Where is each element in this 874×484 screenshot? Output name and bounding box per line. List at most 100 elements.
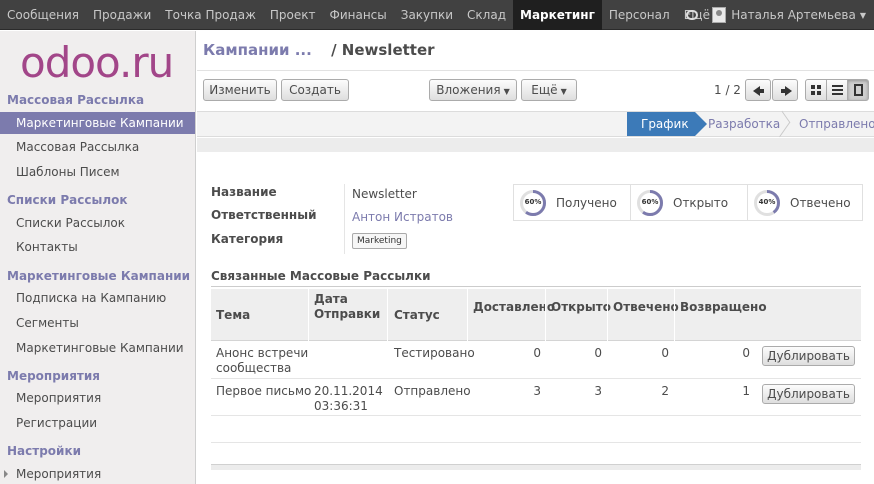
sidebar-item-contacts[interactable]: Контакты <box>0 236 195 258</box>
column-separator <box>308 289 309 341</box>
arrow-left-icon <box>753 86 764 96</box>
stat-label: Получено <box>556 196 617 210</box>
sidebar-item-mass-mailing[interactable]: Массовая Рассылка <box>0 136 195 158</box>
sidebar-group-events: Мероприятия <box>7 369 100 383</box>
caret-right-icon <box>4 470 8 478</box>
chevron-down-icon: ▼ <box>503 87 510 96</box>
stat-received[interactable]: 60% Получено <box>514 185 630 220</box>
duplicate-button[interactable]: Дублировать <box>762 384 855 404</box>
top-navbar: Сообщения Продажи Точка Продаж Проект Фи… <box>0 0 874 30</box>
column-separator <box>387 289 388 341</box>
menu-item-finance[interactable]: Финансы <box>323 0 394 30</box>
cell-subject: Анонс встречи сообщества <box>216 346 308 376</box>
list-view-button[interactable] <box>826 79 848 101</box>
stat-percent: 60% <box>524 198 542 206</box>
main-menu: Сообщения Продажи Точка Продаж Проект Фи… <box>0 0 727 30</box>
col-status[interactable]: Статус <box>394 308 440 323</box>
form-icon <box>854 84 863 96</box>
cell-subject-line1: Первое письмо <box>216 384 312 398</box>
menu-item-marketing[interactable]: Маркетинг <box>513 0 602 30</box>
sidebar-item-marketing-campaigns[interactable]: Маркетинговые Кампании <box>0 112 195 134</box>
sidebar-item-settings-events[interactable]: Мероприятия <box>0 463 195 484</box>
column-separator <box>607 289 608 341</box>
responsible-label: Ответственный <box>211 208 317 222</box>
sidebar-item-email-templates[interactable]: Шаблоны Писем <box>0 161 195 183</box>
category-tag[interactable]: Marketing <box>352 233 407 249</box>
stage-development[interactable]: Разработка <box>708 112 780 136</box>
chevron-down-icon[interactable]: ▼ <box>860 11 866 20</box>
cell-date-line2: 03:36:31 <box>314 399 368 413</box>
sidebar-item-campaigns[interactable]: Маркетинговые Кампании <box>0 337 195 359</box>
kanban-icon <box>811 85 821 95</box>
sidebar: odoo.ru Массовая Рассылка Маркетинговые … <box>0 31 196 484</box>
menu-item-warehouse[interactable]: Склад <box>460 0 513 30</box>
menu-item-project[interactable]: Проект <box>263 0 323 30</box>
sidebar-item-segments[interactable]: Сегменты <box>0 312 195 334</box>
column-separator <box>674 289 675 341</box>
stage-sent[interactable]: Отправлено <box>799 112 874 136</box>
col-opened[interactable]: Открыто <box>551 300 611 315</box>
create-button[interactable]: Создать <box>281 79 349 101</box>
col-replied[interactable]: Отвечено <box>613 300 679 315</box>
chat-icon[interactable] <box>686 10 699 20</box>
kanban-view-button[interactable] <box>805 79 827 101</box>
sidebar-group-marketing-campaigns: Маркетинговые Кампании <box>7 269 191 283</box>
name-value: Newsletter <box>352 187 417 201</box>
menu-item-messages[interactable]: Сообщения <box>0 0 86 30</box>
sidebar-item-mailing-lists[interactable]: Списки Рассылок <box>0 212 195 234</box>
name-label: Название <box>211 185 277 199</box>
menu-item-pos[interactable]: Точка Продаж <box>158 0 263 30</box>
cell-bounced: 1 <box>742 384 750 398</box>
sidebar-group-settings: Настройки <box>7 444 82 458</box>
more-label: Ещё <box>531 83 558 97</box>
col-send-date[interactable]: Дата Отправки <box>314 292 380 322</box>
chevron-down-icon: ▼ <box>560 87 567 96</box>
stat-replied[interactable]: 40% Отвечено <box>747 185 862 220</box>
form-view-button[interactable] <box>847 79 869 101</box>
avatar[interactable] <box>712 7 727 23</box>
cell-status: Отправлено <box>394 384 471 398</box>
stage-schedule[interactable]: График <box>627 112 707 136</box>
list-icon <box>832 85 843 95</box>
attachments-dropdown[interactable]: Вложения ▼ <box>429 79 517 101</box>
sidebar-item-campaign-subscription[interactable]: Подписка на Кампанию <box>0 287 195 309</box>
more-dropdown[interactable]: Ещё ▼ <box>521 79 577 101</box>
divider <box>344 184 345 254</box>
cell-delivered: 0 <box>533 346 541 360</box>
user-area: Наталья Артемьева ▼ <box>686 0 866 30</box>
table-header: Тема Дата Отправки Статус Доставлено Откр… <box>211 289 861 341</box>
menu-item-hr[interactable]: Персонал <box>602 0 677 30</box>
sidebar-item-registrations[interactable]: Регистрации <box>0 412 195 434</box>
logo-suffix: .ru <box>119 38 174 87</box>
cell-replied: 2 <box>661 384 669 398</box>
stat-label: Отвечено <box>790 196 851 210</box>
col-delivered[interactable]: Доставлено <box>473 300 555 315</box>
logo[interactable]: odoo.ru <box>20 42 174 84</box>
cell-date-line1: 20.11.2014 <box>314 384 383 398</box>
pager-next-button[interactable] <box>772 79 798 101</box>
col-bounced[interactable]: Возвращено <box>680 300 767 315</box>
menu-item-purchases[interactable]: Закупки <box>394 0 460 30</box>
breadcrumb: Кампании ... / Newsletter <box>203 41 435 59</box>
cell-opened: 3 <box>594 384 602 398</box>
column-separator <box>467 289 468 341</box>
duplicate-button[interactable]: Дублировать <box>762 346 855 366</box>
divider <box>211 415 861 416</box>
breadcrumb-parent[interactable]: Кампании ... <box>203 41 312 59</box>
stat-label: Открыто <box>673 196 729 210</box>
col-subject[interactable]: Тема <box>216 308 250 323</box>
edit-button[interactable]: Изменить <box>203 79 277 101</box>
stats-box: 60% Получено 60% Открыто 40% Отвечено <box>513 184 863 221</box>
breadcrumb-current: Newsletter <box>341 41 435 59</box>
stat-opened[interactable]: 60% Открыто <box>630 185 747 220</box>
user-name[interactable]: Наталья Артемьева <box>731 8 856 22</box>
menu-item-sales[interactable]: Продажи <box>86 0 158 30</box>
pager-previous-button[interactable] <box>745 79 771 101</box>
responsible-link[interactable]: Антон Истратов <box>352 210 453 224</box>
sidebar-item-events[interactable]: Мероприятия <box>0 387 195 409</box>
cell-subject-line1: Анонс встречи <box>216 346 309 360</box>
col-send-date-line1: Дата <box>314 292 348 306</box>
table-footer <box>211 464 861 470</box>
cell-opened: 0 <box>594 346 602 360</box>
attachments-label: Вложения <box>436 83 501 97</box>
